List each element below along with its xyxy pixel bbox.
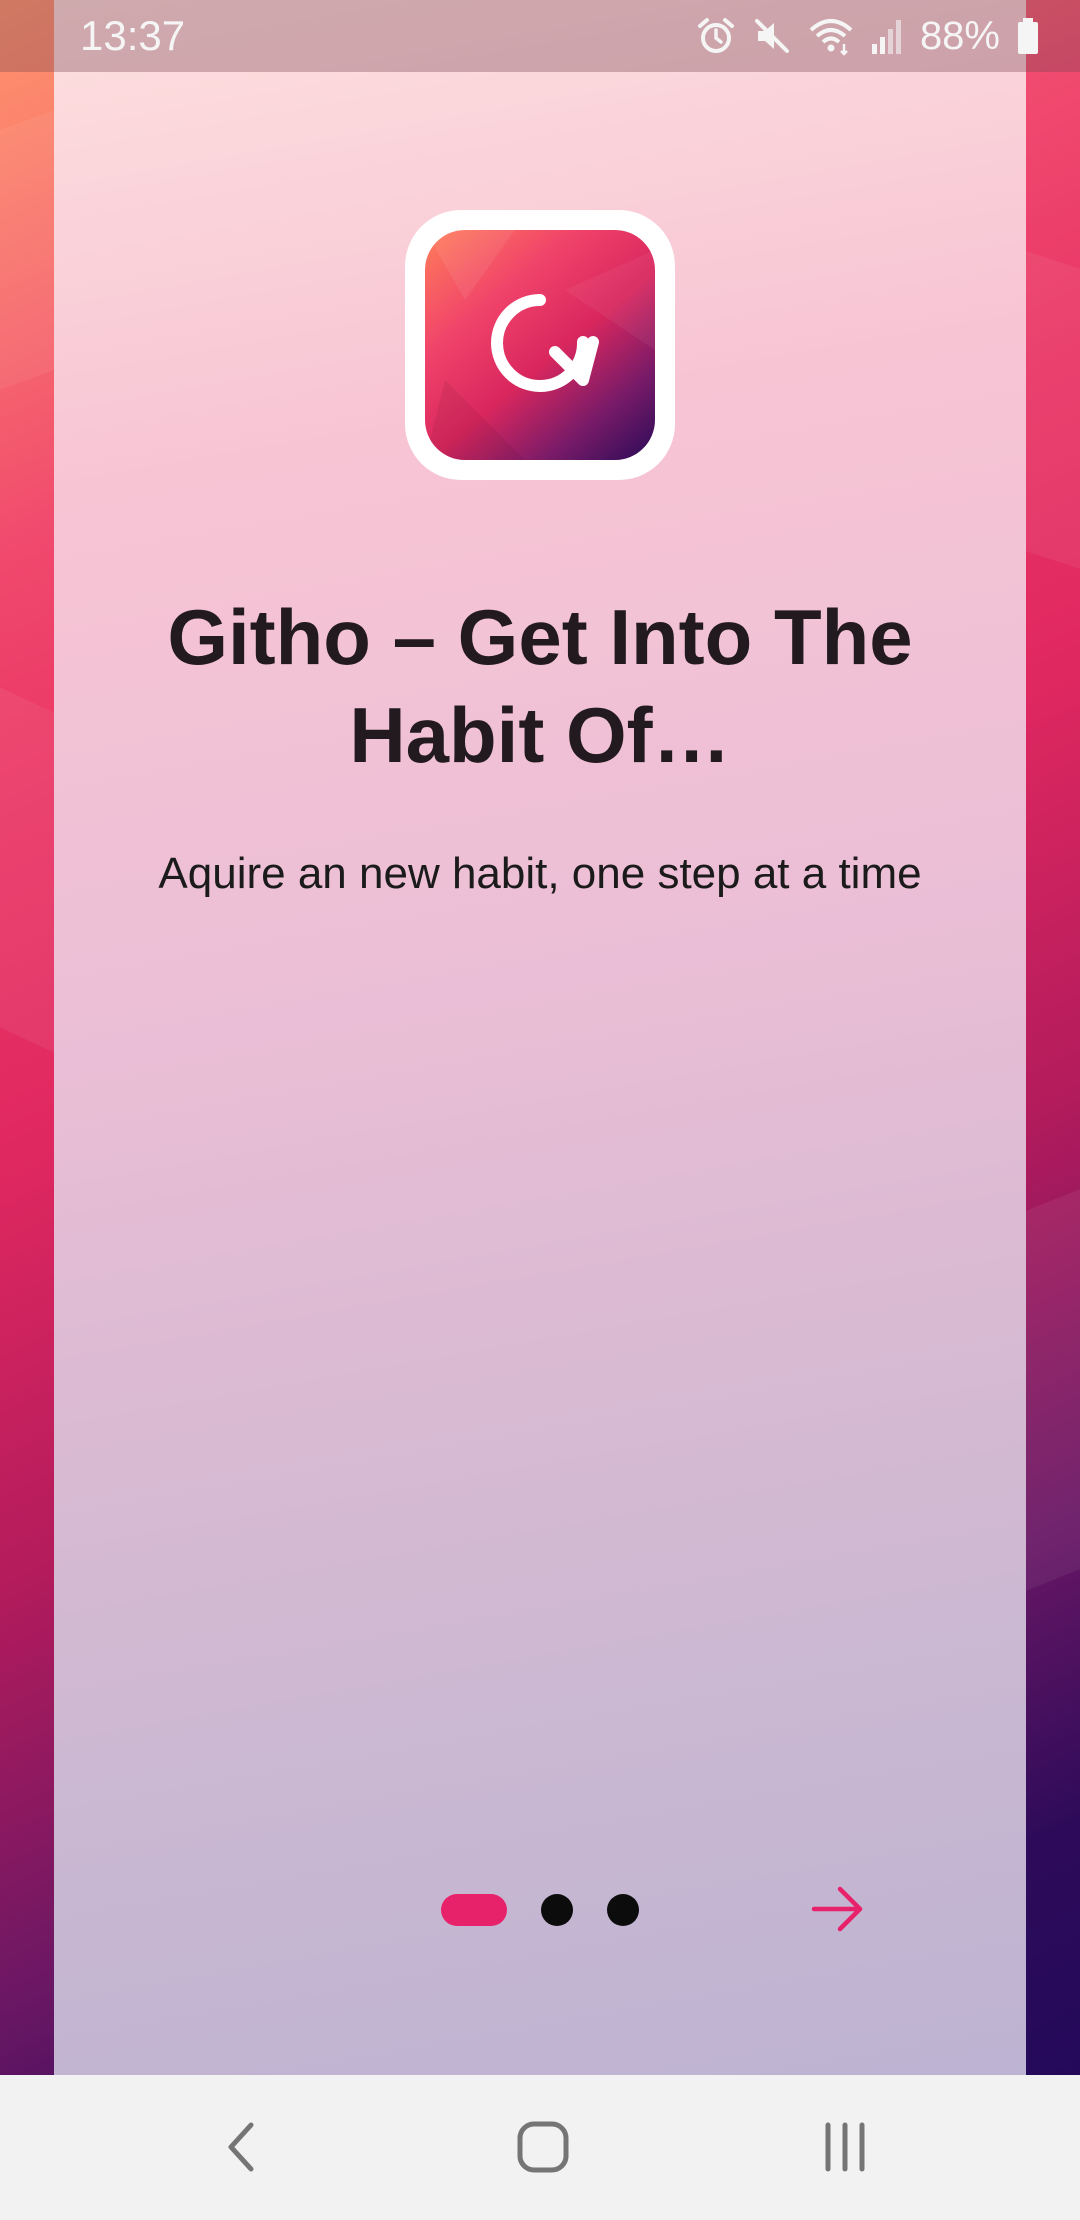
back-icon (228, 2122, 254, 2172)
battery-percentage: 88% (919, 14, 1000, 58)
alarm-icon (697, 18, 734, 53)
next-button[interactable] (802, 1876, 874, 1942)
recents-icon (825, 2122, 865, 2172)
app-logo (425, 230, 655, 460)
back-button[interactable] (196, 2105, 286, 2189)
onboarding-card: Githo – Get Into The Habit Of… Aquire an… (54, 0, 1026, 2075)
page-dot[interactable] (607, 1894, 639, 1926)
page-dot[interactable] (541, 1894, 573, 1926)
battery-icon (1018, 18, 1038, 54)
arrow-right-icon (811, 1886, 863, 1932)
status-time: 13:37 (80, 12, 186, 59)
signal-icon (871, 20, 901, 54)
onboarding-subtitle: Aquire an new habit, one step at a time (158, 849, 922, 898)
recents-button[interactable] (800, 2105, 890, 2189)
wifi-icon (809, 19, 853, 56)
onboarding-title: Githo – Get Into The Habit Of… (167, 593, 913, 779)
status-bar: 13:37 88% (0, 0, 1080, 72)
navigation-bar (0, 2075, 1080, 2220)
page-indicator (441, 1893, 639, 1927)
home-button[interactable] (498, 2105, 588, 2189)
app-logo-frame (405, 210, 675, 480)
status-icons: 88% (696, 10, 1040, 62)
screen: 13:37 88% Githo – Get Into The Habit Of…… (0, 0, 1080, 2220)
page-dot-active[interactable] (441, 1894, 507, 1926)
refresh-icon (425, 230, 655, 460)
mute-icon (754, 19, 789, 53)
home-icon (517, 2121, 569, 2173)
